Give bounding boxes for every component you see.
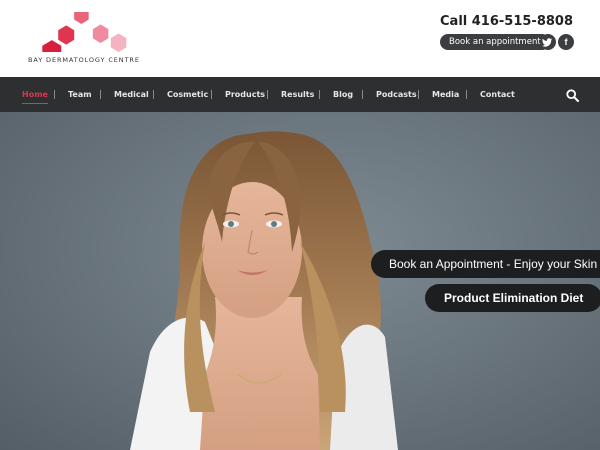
nav-divider [362,90,363,99]
nav-item-cosmetic[interactable]: Cosmetic [167,77,208,112]
nav-divider [319,90,320,99]
book-appointment-cta[interactable]: Book an Appointment - Enjoy your Skin [371,250,600,278]
nav-item-team[interactable]: Team [68,77,92,112]
nav-item-media[interactable]: Media [432,77,459,112]
nav-item-podcasts[interactable]: Podcasts [376,77,417,112]
nav-item-products[interactable]: Products [225,77,265,112]
main-nav: Home Team Medical Cosmetic Products Resu… [0,77,600,112]
nav-divider [211,90,212,99]
nav-divider [100,90,101,99]
nav-divider [418,90,419,99]
nav-item-results[interactable]: Results [281,77,314,112]
nav-item-medical[interactable]: Medical [114,77,149,112]
nav-divider [267,90,268,99]
site-logo[interactable]: BAY DERMATOLOGY CENTRE [28,12,148,68]
book-appointment-button[interactable]: Book an appointment [440,34,550,50]
site-header: BAY DERMATOLOGY CENTRE Call 416-515-8808… [0,0,600,77]
twitter-icon[interactable] [540,34,556,50]
twitter-bird-icon [542,38,553,47]
product-elimination-diet-cta[interactable]: Product Elimination Diet [425,284,600,312]
hero-portrait-image [130,131,398,450]
nav-item-blog[interactable]: Blog [333,77,353,112]
nav-divider [54,90,55,99]
hero-banner: Book an Appointment - Enjoy your Skin Pr… [0,112,600,450]
logo-text: BAY DERMATOLOGY CENTRE [28,56,140,64]
hexagon-logo-icon [42,12,127,52]
phone-number[interactable]: Call 416-515-8808 [440,14,573,29]
search-icon[interactable] [566,89,579,102]
nav-item-home[interactable]: Home [22,77,48,112]
nav-item-contact[interactable]: Contact [480,77,515,112]
nav-divider [466,90,467,99]
page: BAY DERMATOLOGY CENTRE Call 416-515-8808… [0,0,600,450]
nav-divider [153,90,154,99]
facebook-icon[interactable]: f [558,34,574,50]
